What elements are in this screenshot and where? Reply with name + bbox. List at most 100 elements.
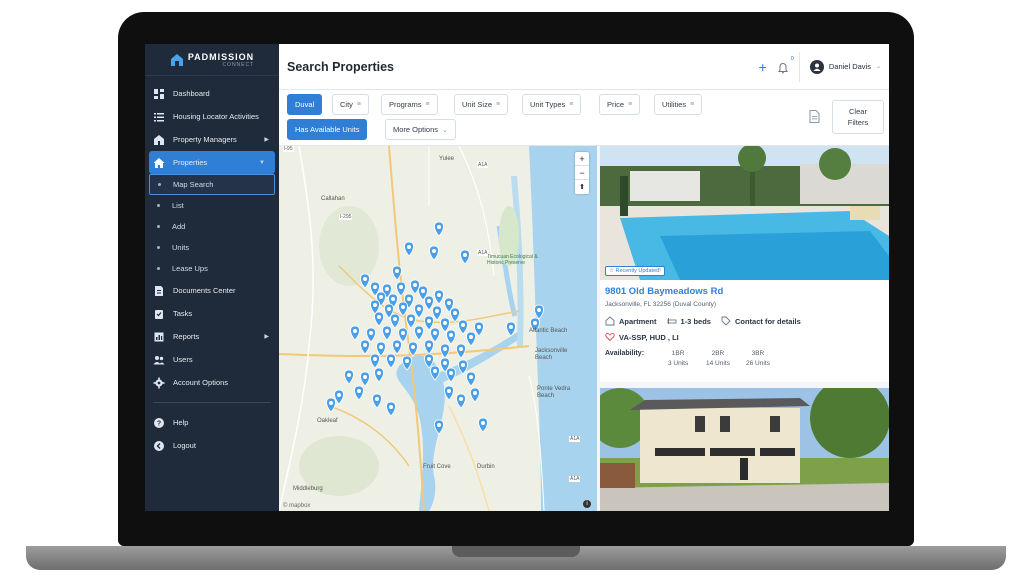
availability-3br: 3BR 26 Units [746, 349, 770, 369]
sidebar-item-housing-locator-activities[interactable]: Housing Locator Activities [145, 105, 279, 128]
filter-chip-utilities[interactable]: Utilities ≡ [654, 94, 703, 115]
sidebar-item-label: Dashboard [173, 89, 210, 98]
chevron-down-icon: ▼ [259, 159, 265, 166]
filter-icon: ≡ [496, 101, 501, 108]
sidebar-item-documents-center[interactable]: Documents Center [145, 279, 279, 302]
more-options-dropdown[interactable]: More Options ⌄ [385, 119, 456, 140]
sidebar-item-label: Housing Locator Activities [173, 112, 259, 121]
logo[interactable]: PADMISSION CONNECT [145, 44, 279, 76]
map-zoom-controls: + − ⬆ [575, 152, 589, 194]
sidebar-subitem-units[interactable]: Units [145, 237, 279, 258]
sidebar-subitem-add[interactable]: Add [145, 216, 279, 237]
sidebar-item-label: Logout [173, 441, 196, 450]
bullet-icon [157, 267, 160, 270]
map-pin-dot [473, 391, 477, 395]
user-menu[interactable]: Daniel Davis ⌄ [798, 51, 881, 82]
filter-chip-label: Unit Size [462, 100, 493, 109]
map-pin-dot [389, 405, 393, 409]
filter-chip-duval[interactable]: Duval [287, 94, 323, 115]
zoom-out-button[interactable]: − [575, 166, 589, 180]
house-photo [600, 388, 889, 511]
sidebar-item-help[interactable]: ? Help [145, 411, 279, 434]
sidebar-subitem-label: Lease Ups [172, 264, 208, 273]
sidebar-item-reports[interactable]: Reports ▶ [145, 325, 279, 348]
sidebar-item-logout[interactable]: Logout [145, 434, 279, 457]
map-pin-dot [377, 371, 381, 375]
map-pin-dot [437, 225, 441, 229]
has-available-units-toggle[interactable]: Has Available Units [287, 119, 368, 140]
heart-icon[interactable] [605, 332, 615, 342]
listing-card[interactable] [600, 388, 889, 511]
map-pin-dot [481, 421, 485, 425]
unit-size: 3BR [751, 350, 765, 357]
map-pin-dot [377, 315, 381, 319]
users-icon [153, 355, 165, 364]
sidebar-item-label: Property Managers [173, 135, 237, 144]
filter-chip-unit-types[interactable]: Unit Types ≡ [522, 94, 582, 115]
map-pin-dot [449, 333, 453, 337]
listing-photo[interactable] [600, 388, 889, 511]
filter-chip-city[interactable]: City ≡ [332, 94, 370, 115]
filter-chip-programs[interactable]: Programs ≡ [381, 94, 438, 115]
tasks-icon [155, 309, 163, 319]
map-view[interactable]: Yulee Callahan Timucuan Ecological & His… [279, 146, 597, 511]
sidebar-subitem-label: Map Search [173, 180, 214, 189]
logo-subtext: CONNECT [222, 61, 255, 68]
sidebar-item-tasks[interactable]: Tasks [145, 302, 279, 325]
filter-chip-unit-size[interactable]: Unit Size ≡ [454, 94, 509, 115]
map-pin-dot [385, 287, 389, 291]
export-document-icon[interactable] [809, 110, 820, 123]
sidebar-item-account-options[interactable]: Account Options [145, 371, 279, 394]
filter-chip-label: City [340, 100, 353, 109]
filter-chip-price[interactable]: Price ≡ [599, 94, 641, 115]
bullet-icon [158, 183, 161, 186]
zoom-in-button[interactable]: + [575, 152, 589, 166]
availability-label: Availability: [605, 350, 645, 357]
listing-title[interactable]: 9801 Old Baymeadows Rd [605, 286, 723, 297]
road-label-a1a-2: A1A [477, 250, 489, 256]
sidebar-item-properties[interactable]: Properties ▼ [149, 151, 275, 174]
sidebar-item-label: Help [173, 418, 189, 427]
filter-chip-label: Price [607, 100, 625, 109]
road-label-a1a-3: A1A [569, 436, 581, 442]
gear-icon [153, 377, 165, 388]
logout-icon [154, 440, 164, 451]
listing-photo[interactable]: ☆ Recently Updated! [600, 146, 889, 280]
map-pin-dot [459, 347, 463, 351]
info-icon[interactable]: i [583, 500, 591, 508]
map-pin-dot [401, 305, 405, 309]
badge-text: Recently Updated! [615, 268, 661, 274]
compass-button[interactable]: ⬆ [575, 180, 589, 194]
listing-beds: 1-3 beds [680, 316, 711, 326]
map-pin-dot [435, 309, 439, 313]
sidebar-item-property-managers[interactable]: Property Managers ▶ [145, 128, 279, 151]
map-pin-dot [407, 297, 411, 301]
chevron-down-icon: ⌄ [875, 64, 881, 70]
document-icon [155, 285, 163, 296]
notification-button[interactable]: 0 [777, 56, 794, 73]
clear-filters-button[interactable]: Clear Filters [832, 100, 884, 134]
road-label-a1a-4: A1A [569, 476, 581, 482]
listing-panel: ☆ Recently Updated! 9801 Old Baymeadows … [600, 146, 889, 511]
map-pin-dot [369, 331, 373, 335]
listing-card[interactable]: ☆ Recently Updated! 9801 Old Baymeadows … [600, 146, 889, 382]
bullet-icon [157, 204, 160, 207]
sidebar-item-users[interactable]: Users [145, 348, 279, 371]
map-label-oakleaf: Oakleaf [317, 418, 338, 424]
sidebar-subitem-lease-ups[interactable]: Lease Ups [145, 258, 279, 279]
sidebar-item-label: Reports [173, 332, 200, 341]
map-pin-dot [357, 389, 361, 393]
sidebar-item-dashboard[interactable]: Dashboard [145, 82, 279, 105]
road-label-i295: I-295 [339, 214, 353, 220]
sidebar-subitem-list[interactable]: List [145, 195, 279, 216]
user-name: Daniel Davis [828, 62, 871, 71]
map-pin-dot [469, 335, 473, 339]
add-icon[interactable]: + [759, 59, 767, 75]
sidebar-subitem-map-search[interactable]: Map Search [149, 174, 275, 195]
map-pin-dot [447, 389, 451, 393]
listing-contact: Contact for details [734, 316, 801, 326]
map-pin-dot [375, 397, 379, 401]
filter-chip-label: Programs [389, 100, 422, 109]
user-icon [813, 63, 821, 71]
dashboard-icon [154, 88, 164, 99]
